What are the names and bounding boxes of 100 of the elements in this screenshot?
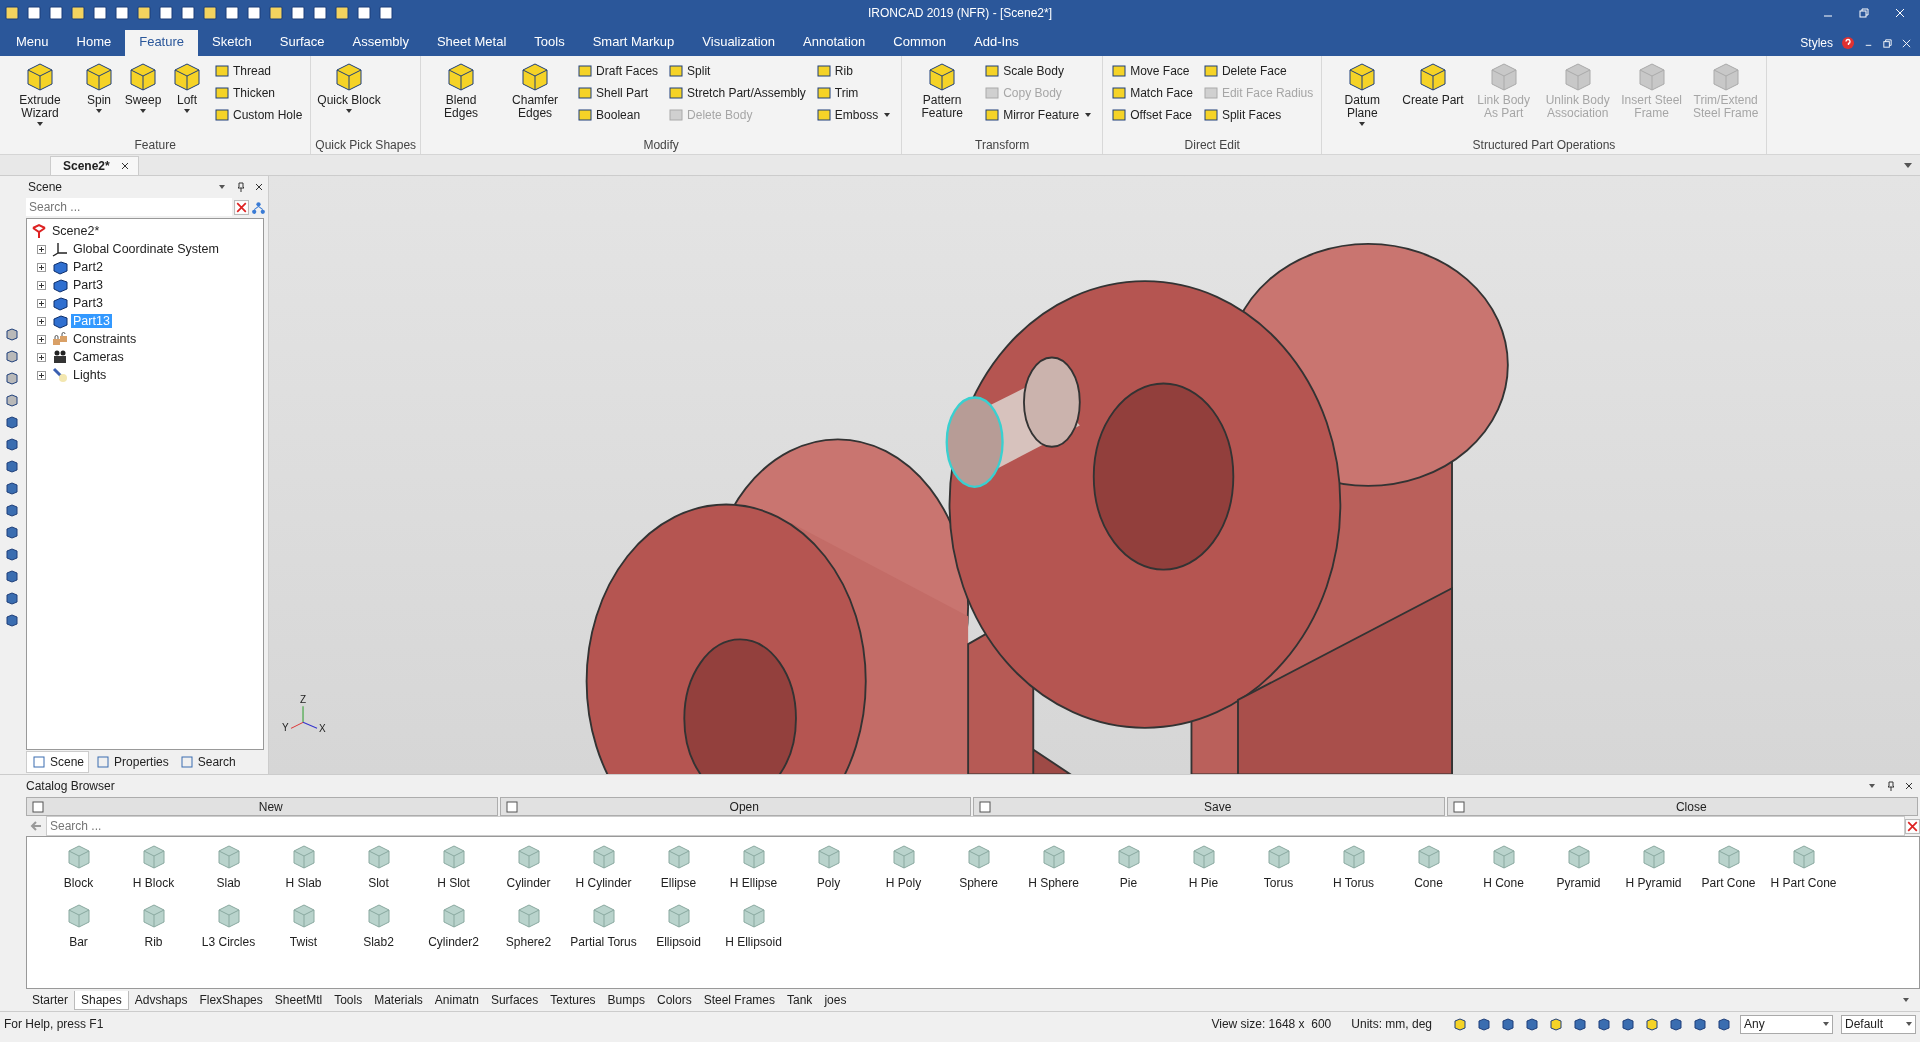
ribbon-tab[interactable]: Common bbox=[879, 30, 960, 56]
catalog-shape[interactable]: Ellipsoid bbox=[641, 900, 716, 949]
cube-icon[interactable] bbox=[1644, 1016, 1660, 1032]
panel-tab[interactable]: Search bbox=[174, 752, 240, 772]
document-tab[interactable]: Scene2* bbox=[50, 156, 139, 175]
tree-item[interactable]: Scene2* bbox=[50, 224, 102, 238]
catalog-shape[interactable]: H Ellipse bbox=[716, 841, 791, 890]
expand-icon[interactable] bbox=[37, 298, 46, 308]
catalog-shape[interactable]: Block bbox=[41, 841, 116, 890]
toolbar-square-icon[interactable] bbox=[70, 5, 86, 21]
ribbon-button[interactable]: Thread bbox=[214, 61, 303, 80]
catalog-shape[interactable]: Poly bbox=[791, 841, 866, 890]
restore-icon[interactable] bbox=[1858, 7, 1870, 19]
ribbon-tab[interactable]: Smart Markup bbox=[578, 30, 689, 56]
ribbon-button[interactable]: Offset Face bbox=[1111, 105, 1193, 124]
cube-icon[interactable] bbox=[4, 568, 20, 584]
ribbon-button[interactable]: Extrude Wizard bbox=[4, 59, 76, 138]
caret-icon[interactable] bbox=[219, 185, 225, 189]
restore-icon[interactable] bbox=[1882, 37, 1893, 49]
ribbon-button[interactable]: Create Part bbox=[1400, 59, 1466, 138]
cube-icon[interactable] bbox=[4, 436, 20, 452]
catalog-shape[interactable]: L3 Circles bbox=[191, 900, 266, 949]
toolbar-square-icon[interactable] bbox=[136, 5, 152, 21]
close-icon[interactable] bbox=[119, 161, 130, 171]
catalog-action-button[interactable]: Open bbox=[499, 797, 971, 816]
toolbar-square-icon[interactable] bbox=[114, 5, 130, 21]
cube-icon[interactable] bbox=[1572, 1016, 1588, 1032]
catalog-shape[interactable]: Torus bbox=[1241, 841, 1316, 890]
toolbar-square-icon[interactable] bbox=[4, 5, 20, 21]
clear-icon[interactable] bbox=[234, 199, 249, 215]
expand-icon[interactable] bbox=[37, 334, 46, 344]
cube-icon[interactable] bbox=[1500, 1016, 1516, 1032]
tree-item[interactable]: Constraints bbox=[71, 332, 139, 346]
ribbon-button[interactable]: Split bbox=[668, 61, 806, 80]
panel-tab[interactable]: Properties bbox=[91, 752, 173, 772]
ribbon-tab[interactable]: Menu bbox=[2, 30, 63, 56]
expand-icon[interactable] bbox=[37, 244, 46, 254]
toolbar-square-icon[interactable] bbox=[334, 5, 350, 21]
ribbon-button[interactable]: Datum Plane bbox=[1326, 59, 1399, 138]
toolbar-square-icon[interactable] bbox=[202, 5, 218, 21]
catalog-shape[interactable]: H Poly bbox=[866, 841, 941, 890]
catalog-shape[interactable]: H Part Cone bbox=[1766, 841, 1841, 890]
tree-icon[interactable] bbox=[251, 199, 266, 215]
ribbon-tab[interactable]: Home bbox=[62, 30, 126, 56]
catalog-tab[interactable]: joes bbox=[818, 991, 853, 1009]
catalog-shape[interactable]: Pie bbox=[1091, 841, 1166, 890]
catalog-action-button[interactable]: Close bbox=[1446, 797, 1918, 816]
catalog-tab[interactable]: Tank bbox=[781, 991, 819, 1009]
catalog-tab[interactable]: SheetMtl bbox=[268, 991, 329, 1009]
toolbar-square-icon[interactable] bbox=[26, 5, 42, 21]
catalog-shape[interactable]: H Cylinder bbox=[566, 841, 641, 890]
ribbon-button[interactable]: Shell Part bbox=[577, 83, 659, 102]
ribbon-button[interactable]: Stretch Part/Assembly bbox=[668, 83, 806, 102]
cube-icon[interactable] bbox=[1620, 1016, 1636, 1032]
ribbon-tab[interactable]: Assembly bbox=[338, 30, 423, 56]
expand-icon[interactable] bbox=[37, 262, 46, 272]
clear-icon[interactable] bbox=[1905, 818, 1920, 834]
expand-icon[interactable] bbox=[37, 352, 46, 362]
ribbon-tab[interactable]: Annotation bbox=[789, 30, 880, 56]
style-dropdown[interactable]: Default bbox=[1841, 1014, 1916, 1034]
pin-icon[interactable] bbox=[1886, 781, 1896, 791]
catalog-shape[interactable]: Pyramid bbox=[1541, 841, 1616, 890]
filter-dropdown[interactable]: Any bbox=[1740, 1014, 1833, 1034]
cube-icon[interactable] bbox=[4, 348, 20, 364]
catalog-tab[interactable]: Starter bbox=[26, 991, 74, 1009]
toolbar-square-icon[interactable] bbox=[224, 5, 240, 21]
catalog-tab[interactable]: Animatn bbox=[428, 991, 485, 1009]
catalog-shape[interactable]: H Block bbox=[116, 841, 191, 890]
ribbon-button[interactable]: Match Face bbox=[1111, 83, 1193, 102]
catalog-action-button[interactable]: Save bbox=[973, 797, 1445, 816]
cube-icon[interactable] bbox=[4, 480, 20, 496]
toolbar-square-icon[interactable] bbox=[158, 5, 174, 21]
catalog-shape[interactable]: H Cone bbox=[1466, 841, 1541, 890]
catalog-tab[interactable]: Textures bbox=[544, 991, 602, 1009]
cube-icon[interactable] bbox=[4, 458, 20, 474]
tree-item[interactable]: Part2 bbox=[71, 260, 105, 274]
catalog-tab[interactable]: FlexShapes bbox=[193, 991, 269, 1009]
ribbon-tab[interactable]: Feature bbox=[125, 30, 199, 56]
ribbon-button[interactable]: Split Faces bbox=[1202, 105, 1314, 124]
catalog-shape[interactable]: H Torus bbox=[1316, 841, 1391, 890]
catalog-tab[interactable]: Bumps bbox=[601, 991, 651, 1009]
cube-icon[interactable] bbox=[4, 370, 20, 386]
ribbon-button[interactable]: Quick Block bbox=[315, 59, 383, 138]
cube-icon[interactable] bbox=[4, 612, 20, 628]
ribbon-button[interactable]: Emboss bbox=[815, 105, 894, 124]
ribbon-button[interactable]: Loft bbox=[166, 59, 208, 138]
catalog-shape[interactable]: Cone bbox=[1391, 841, 1466, 890]
toolbar-square-icon[interactable] bbox=[378, 5, 394, 21]
ribbon-button[interactable]: Draft Faces bbox=[577, 61, 659, 80]
ribbon-tab[interactable]: Add-Ins bbox=[960, 30, 1033, 56]
cube-icon[interactable] bbox=[1524, 1016, 1540, 1032]
ribbon-tab[interactable]: Visualization bbox=[688, 30, 790, 56]
ribbon-button[interactable]: Trim bbox=[815, 83, 894, 102]
cube-icon[interactable] bbox=[1452, 1016, 1468, 1032]
catalog-shape[interactable]: Cylinder bbox=[491, 841, 566, 890]
catalog-action-button[interactable]: New bbox=[26, 797, 498, 816]
ribbon-tab[interactable]: Surface bbox=[265, 30, 339, 56]
catalog-shape[interactable]: Part Cone bbox=[1691, 841, 1766, 890]
catalog-shape[interactable]: Rib bbox=[116, 900, 191, 949]
expand-icon[interactable] bbox=[37, 316, 46, 326]
